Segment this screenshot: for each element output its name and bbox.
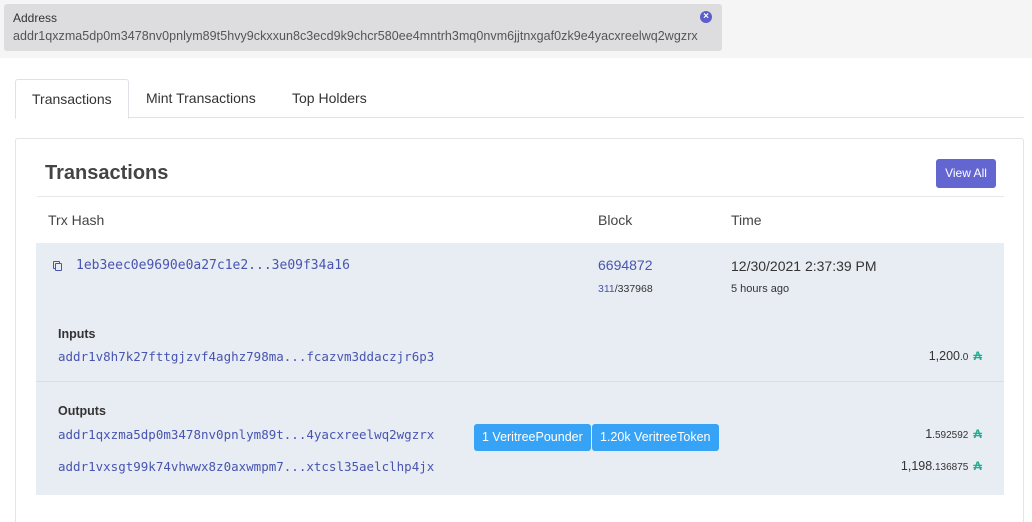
input-address-link[interactable]: addr1v8h7k27fttgjzvf4aghz798ma...fcazvm3… — [58, 349, 434, 364]
input-amount: 1,200.0 ₳ — [929, 349, 982, 363]
column-header-hash: Trx Hash — [48, 212, 105, 228]
address-filter-chip: Address addr1qxzma5dp0m3478nv0pnlym89t5h… — [4, 4, 722, 51]
column-header-block: Block — [598, 212, 633, 228]
token-badge[interactable]: 1 VeritreePounder — [474, 424, 591, 451]
tab-bar: Transactions Mint Transactions Top Holde… — [15, 79, 1024, 119]
ada-icon: ₳ — [973, 427, 982, 441]
copy-icon[interactable] — [53, 261, 63, 272]
divider — [36, 381, 1004, 382]
transaction-hash-link[interactable]: 1eb3eec0e9690e0a27c1e2...3e09f34a16 — [76, 258, 350, 273]
inputs-heading: Inputs — [58, 327, 96, 341]
main-area: Transactions Mint Transactions Top Holde… — [0, 58, 1032, 522]
amount-decimal: .592592 — [932, 430, 969, 441]
tab-top-holders[interactable]: Top Holders — [276, 79, 383, 118]
divider — [37, 196, 1004, 197]
output-amount: 1,198.136875 ₳ — [901, 459, 982, 473]
block-number-link[interactable]: 6694872 — [598, 257, 653, 273]
tab-mint-transactions[interactable]: Mint Transactions — [130, 79, 272, 118]
close-icon[interactable]: × — [700, 11, 712, 23]
output-address-link[interactable]: addr1vxsgt99k74vhwwx8z0axwmpm7...xtcsl35… — [58, 459, 434, 474]
slot-link[interactable]: 311 — [598, 283, 615, 295]
transaction-row: 1eb3eec0e9690e0a27c1e2...3e09f34a16 6694… — [36, 243, 1004, 495]
transactions-card: Transactions View All Trx Hash Block Tim… — [15, 138, 1024, 522]
amount-decimal: .136875 — [932, 462, 969, 473]
address-filter-label: Address — [13, 11, 58, 25]
ada-icon: ₳ — [973, 349, 982, 363]
slot-total: /337968 — [614, 283, 653, 295]
amount-decimal: .0 — [959, 352, 969, 363]
amount-integer: 1,198 — [900, 459, 933, 473]
outputs-heading: Outputs — [58, 404, 106, 418]
block-slot: 311/337968 — [598, 283, 653, 295]
transaction-time-ago: 5 hours ago — [731, 283, 790, 295]
amount-integer: 1,200 — [928, 349, 960, 363]
address-filter-value: addr1qxzma5dp0m3478nv0pnlym89t5hvy9ckxxu… — [13, 29, 698, 43]
output-amount: 1.592592 ₳ — [925, 427, 982, 441]
card-title: Transactions — [45, 162, 169, 184]
tab-transactions[interactable]: Transactions — [15, 79, 129, 119]
ada-icon: ₳ — [973, 459, 982, 473]
output-address-link[interactable]: addr1qxzma5dp0m3478nv0pnlym89t...4yacxre… — [58, 427, 434, 442]
view-all-button[interactable]: View All — [936, 159, 996, 188]
column-header-time: Time — [731, 212, 762, 228]
token-badge[interactable]: 1.20k VeritreeToken — [592, 424, 719, 451]
transaction-time: 12/30/2021 2:37:39 PM — [731, 258, 877, 274]
